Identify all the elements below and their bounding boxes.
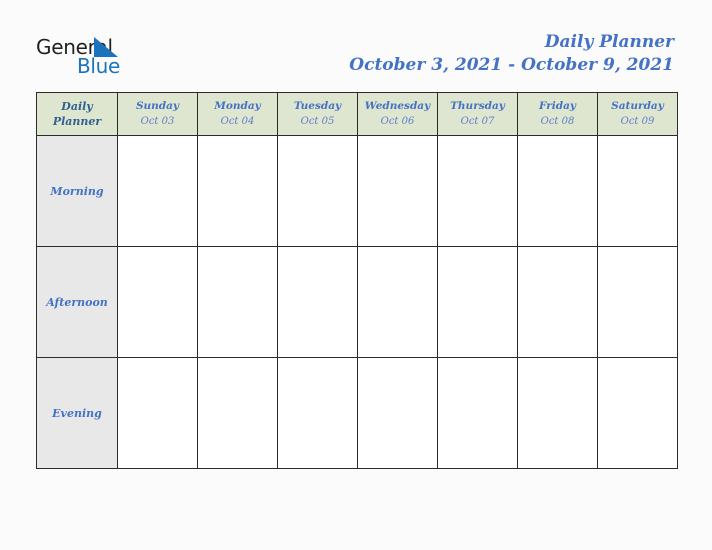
slot-evening-thursday[interactable]: [437, 357, 518, 469]
slot-evening-monday[interactable]: [197, 357, 278, 469]
day-date: Oct 09: [620, 116, 655, 127]
table-header: Daily Planner Sunday Oct 03 Monday Oct 0…: [36, 92, 678, 136]
slot-evening-tuesday[interactable]: [277, 357, 358, 469]
slot-morning-wednesday[interactable]: [357, 135, 438, 247]
row-label-evening: Evening: [36, 357, 118, 469]
day-name: Thursday: [450, 100, 505, 112]
row-label-text: Evening: [52, 407, 102, 420]
day-date: Oct 03: [140, 116, 175, 127]
day-header-sunday: Sunday Oct 03: [117, 92, 198, 136]
day-header-tuesday: Tuesday Oct 05: [277, 92, 358, 136]
slot-afternoon-thursday[interactable]: [437, 246, 518, 358]
daily-planner-table: Daily Planner Sunday Oct 03 Monday Oct 0…: [36, 92, 678, 469]
slot-afternoon-friday[interactable]: [517, 246, 598, 358]
day-name: Wednesday: [364, 100, 431, 112]
slot-evening-friday[interactable]: [517, 357, 598, 469]
row-label-text: Afternoon: [46, 296, 108, 309]
day-header-thursday: Thursday Oct 07: [437, 92, 518, 136]
slot-morning-friday[interactable]: [517, 135, 598, 247]
title-block: Daily Planner October 3, 2021 - October …: [349, 31, 674, 77]
slot-morning-sunday[interactable]: [117, 135, 198, 247]
day-header-friday: Friday Oct 08: [517, 92, 598, 136]
day-header-wednesday: Wednesday Oct 06: [357, 92, 438, 136]
row-label-text: Morning: [50, 185, 104, 198]
slot-afternoon-tuesday[interactable]: [277, 246, 358, 358]
day-name: Saturday: [611, 100, 664, 112]
slot-evening-wednesday[interactable]: [357, 357, 438, 469]
slot-evening-saturday[interactable]: [597, 357, 678, 469]
slot-morning-tuesday[interactable]: [277, 135, 358, 247]
corner-line-2: Planner: [52, 115, 102, 128]
general-blue-logo: General Blue: [36, 36, 196, 82]
table-corner-header: Daily Planner: [36, 92, 118, 136]
day-name: Monday: [214, 100, 261, 112]
logo-word-blue: Blue: [77, 54, 121, 78]
corner-line-1: Daily: [61, 100, 93, 113]
slot-morning-monday[interactable]: [197, 135, 278, 247]
date-range: October 3, 2021 - October 9, 2021: [349, 55, 674, 75]
day-name: Sunday: [135, 100, 180, 112]
slot-morning-thursday[interactable]: [437, 135, 518, 247]
table-body: Morning Afternoon Evening: [36, 135, 678, 469]
day-date: Oct 07: [460, 116, 495, 127]
header-row: Daily Planner Sunday Oct 03 Monday Oct 0…: [36, 92, 678, 136]
slot-afternoon-monday[interactable]: [197, 246, 278, 358]
slot-afternoon-sunday[interactable]: [117, 246, 198, 358]
day-date: Oct 06: [380, 116, 415, 127]
day-name: Friday: [538, 100, 577, 112]
slot-afternoon-wednesday[interactable]: [357, 246, 438, 358]
page-header: General Blue Daily Planner October 3, 20…: [0, 0, 712, 90]
day-date: Oct 04: [220, 116, 255, 127]
day-name: Tuesday: [293, 100, 342, 112]
slot-morning-saturday[interactable]: [597, 135, 678, 247]
slot-evening-sunday[interactable]: [117, 357, 198, 469]
table-row-afternoon: Afternoon: [36, 246, 678, 358]
row-label-morning: Morning: [36, 135, 118, 247]
slot-afternoon-saturday[interactable]: [597, 246, 678, 358]
day-header-monday: Monday Oct 04: [197, 92, 278, 136]
page-title: Daily Planner: [544, 32, 674, 52]
day-header-saturday: Saturday Oct 09: [597, 92, 678, 136]
day-date: Oct 08: [540, 116, 575, 127]
day-date: Oct 05: [300, 116, 335, 127]
table-row-morning: Morning: [36, 135, 678, 247]
table-row-evening: Evening: [36, 357, 678, 469]
row-label-afternoon: Afternoon: [36, 246, 118, 358]
